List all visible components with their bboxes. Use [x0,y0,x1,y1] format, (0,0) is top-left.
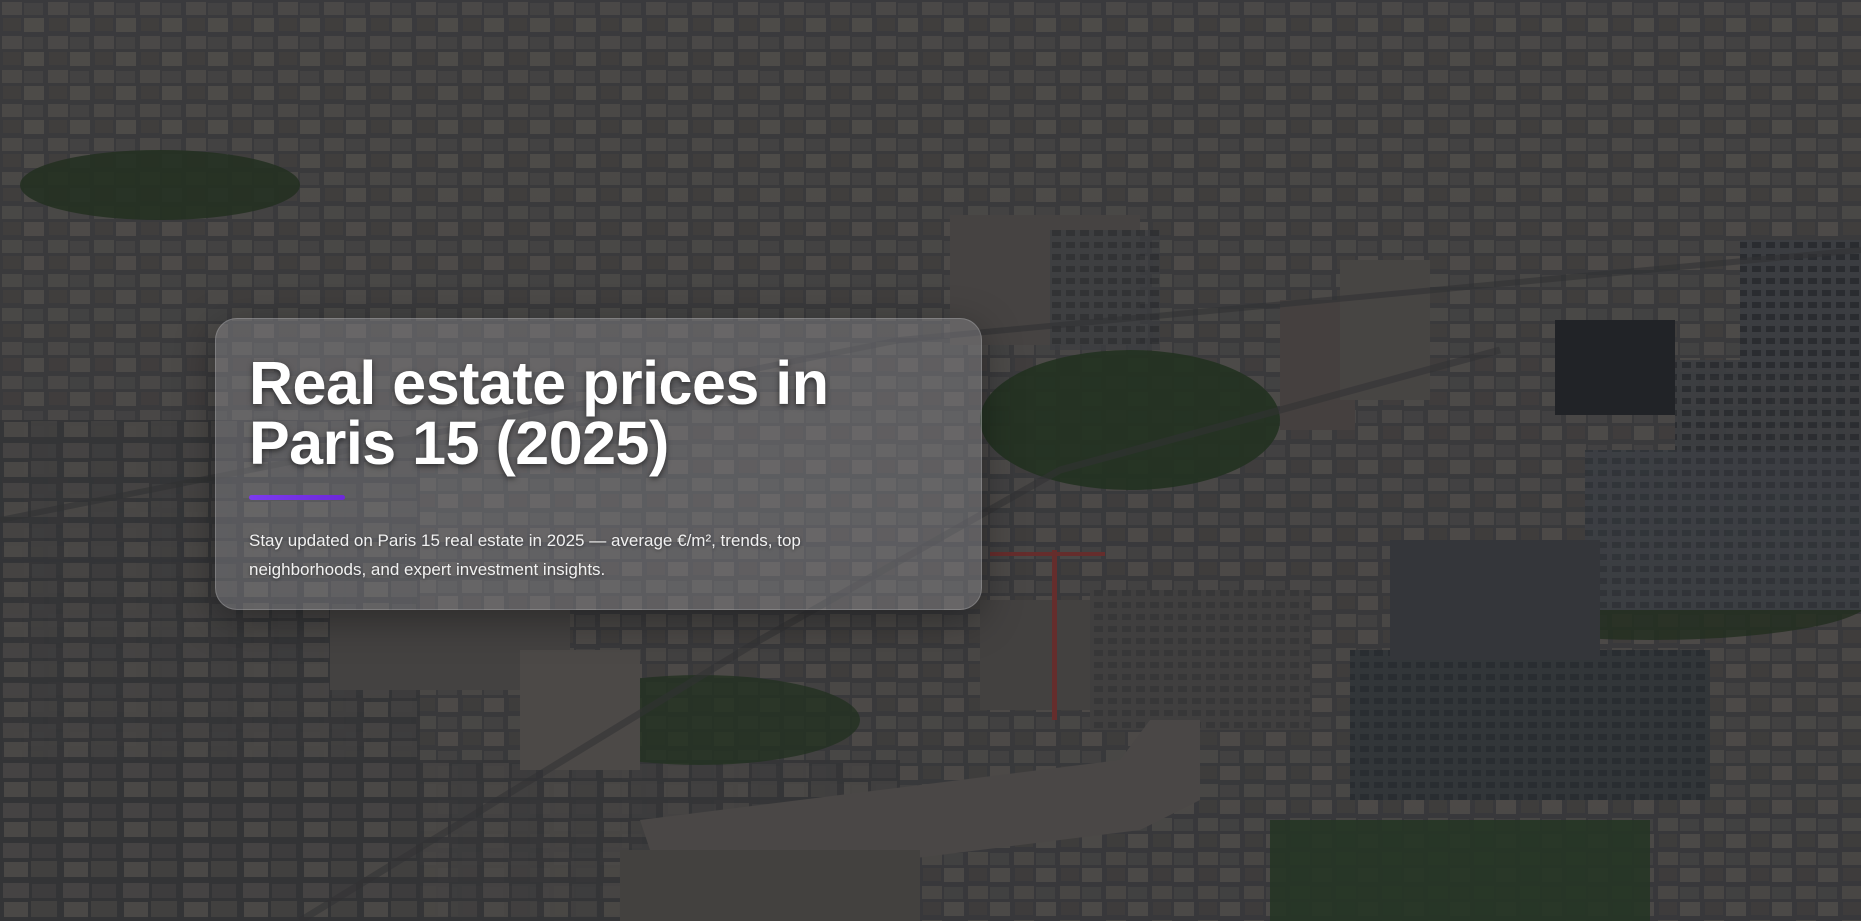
hero-description: Stay updated on Paris 15 real estate in … [249,531,801,579]
hero-card: Real estate prices in Paris 15 (2025) St… [215,318,982,610]
page-title: Real estate prices in Paris 15 (2025) [249,349,829,477]
title-accent-bar [249,495,345,500]
hero-section: Real estate prices in Paris 15 (2025) St… [0,0,1861,921]
